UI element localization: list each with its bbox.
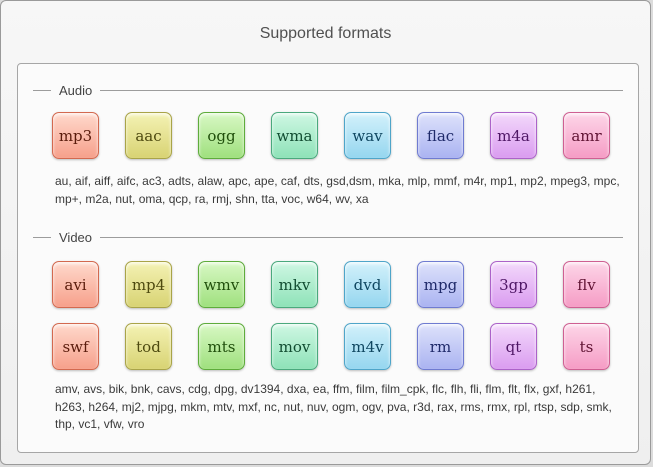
format-badge-rm[interactable]: rm [417, 323, 464, 370]
formats-panel: Audio mp3 aac ogg wma wav flac m4a amr a… [17, 63, 639, 453]
video-section-label: Video [59, 229, 93, 245]
divider [33, 89, 51, 91]
video-format-row-1: avi mp4 wmv mkv dvd mpg 3gp flv [52, 261, 610, 308]
audio-section-label: Audio [59, 82, 93, 98]
format-badge-mts[interactable]: mts [198, 323, 245, 370]
supported-formats-dialog: Supported formats Audio mp3 aac ogg wma … [0, 0, 651, 465]
format-badge-flac[interactable]: flac [417, 112, 464, 159]
format-badge-ts[interactable]: ts [563, 323, 610, 370]
video-section-header: Video [33, 229, 623, 245]
audio-section-header: Audio [33, 82, 623, 98]
format-badge-wmv[interactable]: wmv [198, 261, 245, 308]
format-badge-qt[interactable]: qt [490, 323, 537, 370]
format-badge-wav[interactable]: wav [344, 112, 391, 159]
format-badge-aac[interactable]: aac [125, 112, 172, 159]
format-badge-tod[interactable]: tod [125, 323, 172, 370]
format-badge-m4v[interactable]: m4v [344, 323, 391, 370]
format-badge-mpg[interactable]: mpg [417, 261, 464, 308]
format-badge-flv[interactable]: flv [563, 261, 610, 308]
format-badge-ogg[interactable]: ogg [198, 112, 245, 159]
dialog-title: Supported formats [259, 25, 392, 42]
format-badge-mov[interactable]: mov [271, 323, 318, 370]
format-badge-mkv[interactable]: mkv [271, 261, 318, 308]
format-badge-amr[interactable]: amr [563, 112, 610, 159]
audio-extensions-list: au, aif, aiff, aifc, ac3, adts, alaw, ap… [55, 174, 620, 206]
format-badge-3gp[interactable]: 3gp [490, 261, 537, 308]
format-badge-m4a[interactable]: m4a [490, 112, 537, 159]
divider [33, 236, 51, 238]
audio-format-row: mp3 aac ogg wma wav flac m4a amr [52, 112, 610, 159]
video-format-row-2: swf tod mts mov m4v rm qt ts [52, 323, 610, 370]
divider [100, 89, 623, 91]
format-badge-avi[interactable]: avi [52, 261, 99, 308]
format-badge-swf[interactable]: swf [52, 323, 99, 370]
format-badge-mp3[interactable]: mp3 [52, 112, 99, 159]
format-badge-dvd[interactable]: dvd [344, 261, 391, 308]
divider [100, 236, 623, 238]
format-badge-mp4[interactable]: mp4 [125, 261, 172, 308]
video-extensions-list: amv, avs, bik, bnk, cavs, cdg, dpg, dv13… [55, 382, 612, 431]
format-badge-wma[interactable]: wma [271, 112, 318, 159]
